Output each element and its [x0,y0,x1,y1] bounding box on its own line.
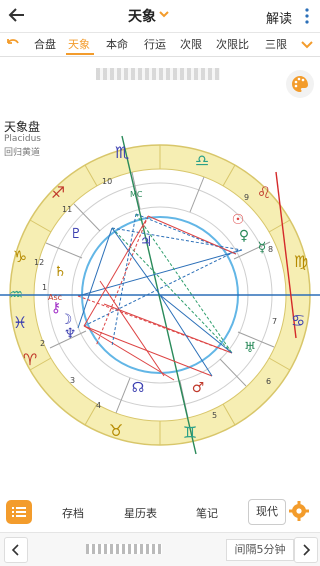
leo-sign-icon: ♌ [257,183,271,202]
palette-button[interactable] [286,70,314,98]
palette-icon [292,76,308,92]
venus-icon: ♀ [239,228,249,244]
chevron-down-icon[interactable] [298,35,316,53]
chevron-down-icon[interactable] [158,8,170,20]
house-number: 10 [102,177,112,186]
astrology-wheel[interactable]: 1 2 3 4 5 6 7 8 9 10 11 12 MC Asc ♈ ♉ ♊ … [0,128,320,458]
sun-icon: ☉ [232,212,245,228]
tab-secondary-progression-compare[interactable]: 次限比 [216,36,249,52]
aquarius-sign-icon: ♒ [9,285,23,304]
aries-sign-icon: ♈ [23,350,37,369]
jupiter-icon: ♃ [140,234,153,250]
chiron-icon: ⚷ [51,300,61,316]
house-number: 5 [212,411,217,420]
list-icon [12,507,26,517]
neptune-icon: ♆ [64,326,77,342]
house-number: 1 [42,283,47,292]
chart-name-redacted [96,68,220,80]
house-number: 3 [70,376,75,385]
app-header: 天象 解读 [0,0,320,33]
house-number: 9 [244,193,249,202]
swap-icon[interactable] [4,35,22,53]
chevron-right-icon [303,544,311,556]
libra-sign-icon: ♎ [195,151,209,170]
scorpio-sign-icon: ♏ [115,143,129,162]
tab-synastry[interactable]: 合盘 [34,36,56,52]
house-number: 12 [34,258,44,267]
virgo-sign-icon: ♍ [294,252,308,271]
mc-marker: MC [130,190,143,199]
archive-button[interactable]: 存档 [62,505,84,521]
chart-type-tabs: 合盘 天象 本命 行运 次限 次限比 三限 [0,32,320,57]
previous-button[interactable] [4,537,28,563]
house-number: 6 [266,377,271,386]
house-number: 4 [96,401,101,410]
page-title[interactable]: 天象 [128,6,156,26]
tab-transit-sky[interactable]: 天象 [68,36,90,52]
mars-icon: ♂ [192,380,205,396]
cancer-sign-icon: ♋ [291,311,305,330]
gemini-sign-icon: ♊ [183,423,197,442]
taurus-sign-icon: ♉ [109,421,123,440]
house-number: 8 [268,245,273,254]
datetime-redacted[interactable] [86,544,162,554]
ephemeris-button[interactable]: 星历表 [124,505,157,521]
tab-transit[interactable]: 行运 [144,36,166,52]
more-options-icon[interactable] [303,6,311,26]
house-number: 2 [40,339,45,348]
notes-button[interactable]: 笔记 [196,505,218,521]
list-button[interactable] [6,500,32,524]
pisces-sign-icon: ♓ [13,313,27,332]
house-number: 11 [62,205,72,214]
tab-secondary-progression[interactable]: 次限 [180,36,202,52]
chevron-left-icon [11,544,19,556]
capricorn-sign-icon: ♑ [13,247,27,266]
now-button[interactable]: 现代 [248,499,286,525]
sagittarius-sign-icon: ♐ [51,183,65,202]
explain-button[interactable]: 解读 [266,8,292,27]
mercury-icon: ☿ [258,240,267,256]
saturn-icon: ♄ [54,264,67,280]
tab-tertiary-progression[interactable]: 三限 [265,36,287,52]
north-node-icon: ☊ [132,380,144,396]
back-arrow-icon[interactable] [6,4,28,26]
pluto-icon: ♇ [70,226,83,242]
uranus-icon: ♅ [244,340,257,356]
time-navigation-bar: 间隔5分钟 [0,532,320,566]
house-number: 7 [272,317,277,326]
bottom-action-bar: 存档 星历表 笔记 现代 [0,496,320,528]
active-tab-indicator [66,53,94,55]
interval-selector[interactable]: 间隔5分钟 [226,539,294,561]
tab-natal[interactable]: 本命 [106,36,128,52]
next-button[interactable] [294,537,318,563]
gear-icon[interactable] [288,500,310,522]
